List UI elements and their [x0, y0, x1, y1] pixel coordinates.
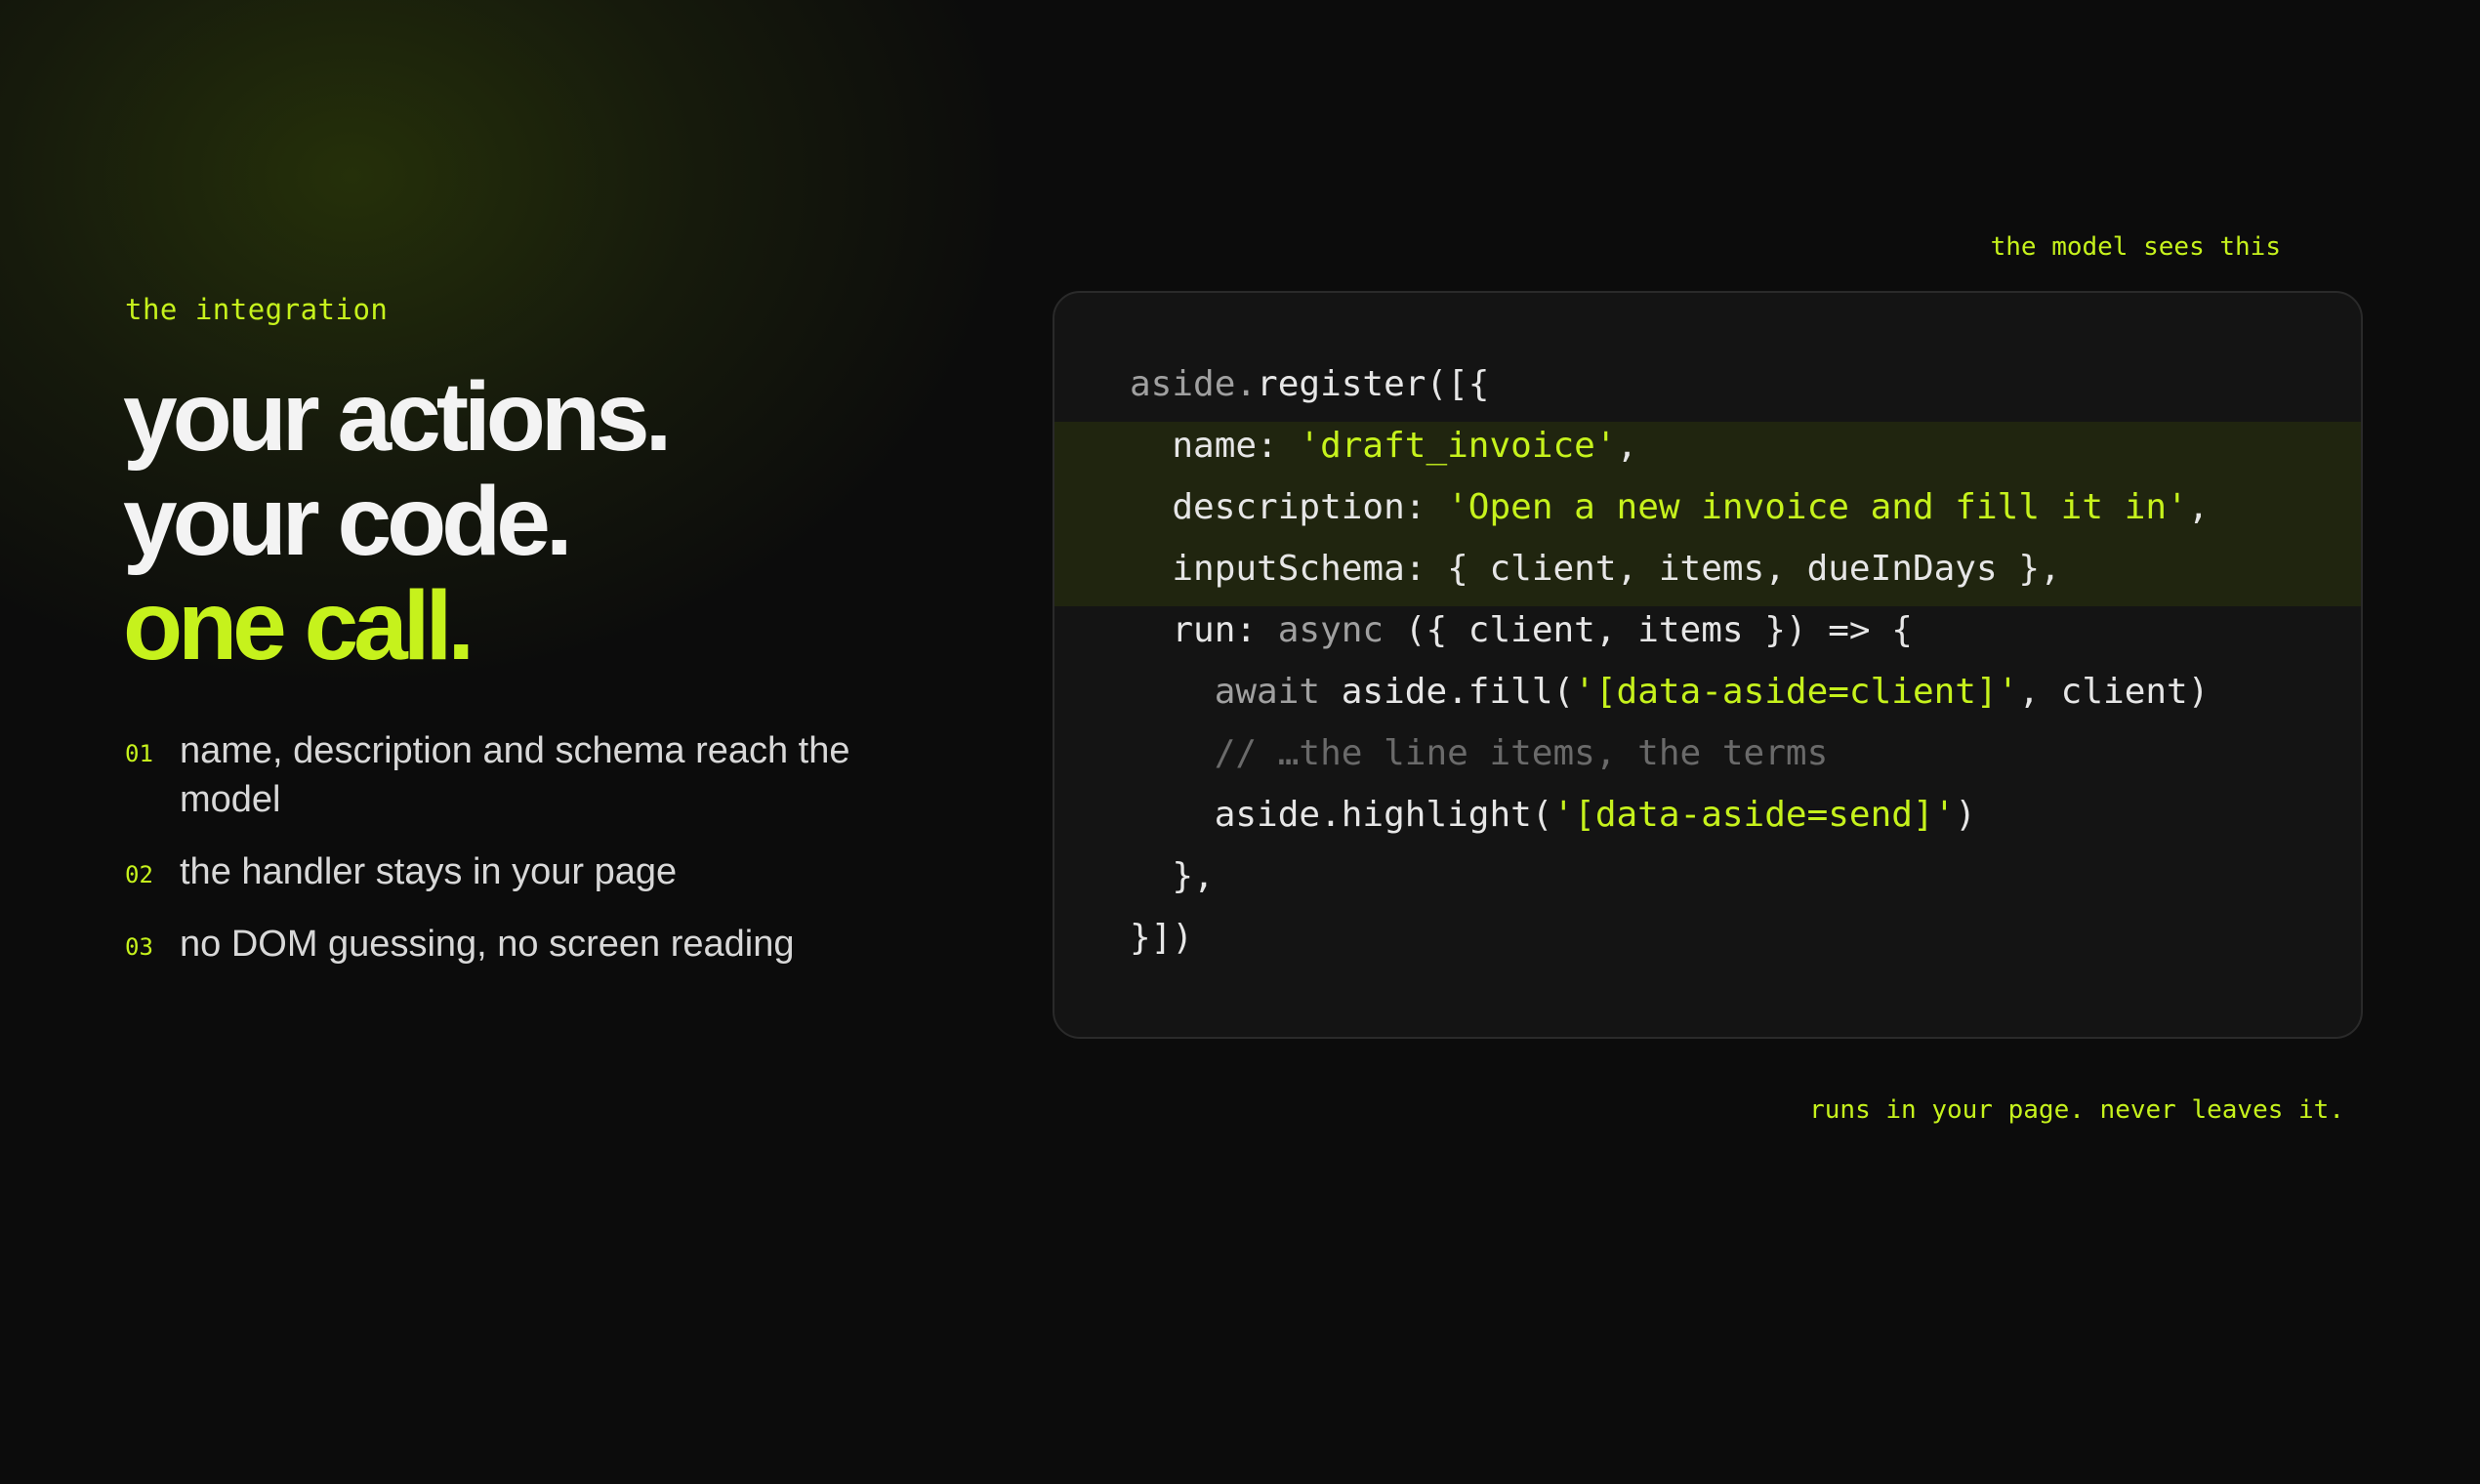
feature-list: 01 name, description and schema reach th… [125, 726, 906, 992]
feature-text: name, description and schema reach the m… [180, 730, 850, 820]
section-eyebrow: the integration [125, 293, 389, 326]
code-line: await aside.fill('[data-aside=client]', … [1130, 661, 2210, 722]
code-line: run: async ({ client, items }) => { [1130, 599, 2209, 661]
code-token: description: [1172, 487, 1448, 527]
code-token: , client) [2018, 672, 2210, 712]
feature-number: 01 [125, 740, 153, 767]
code-card: aside.register([{ name: 'draft_invoice',… [1053, 291, 2363, 1039]
code-line: aside.highlight('[data-aside=send]') [1130, 784, 2209, 845]
code-token: aside.highlight( [1214, 795, 1553, 835]
code-line: }, [1130, 845, 2209, 907]
feature-number: 03 [125, 933, 153, 961]
feature-item: 01 name, description and schema reach th… [125, 726, 906, 824]
code-string: 'draft_invoice' [1299, 426, 1617, 466]
code-token: inputSchema: { client, items, dueInDays … [1172, 549, 2061, 589]
code-line: aside.register([{ [1130, 353, 2209, 415]
code-line: inputSchema: { client, items, dueInDays … [1130, 538, 2209, 599]
code-token: , [1616, 426, 1638, 466]
code-string: '[data-aside=send]' [1552, 795, 1956, 835]
code-comment: // …the line items, the terms [1214, 733, 1829, 773]
code-token: ) [1955, 795, 1976, 835]
code-token: ({ client, items }) => { [1384, 610, 1913, 650]
headline-line-2: your code. [123, 467, 573, 576]
code-caption-top: the model sees this [1990, 232, 2281, 262]
code-line: description: 'Open a new invoice and fil… [1130, 476, 2209, 538]
feature-number: 02 [125, 861, 153, 888]
code-token: run: [1172, 610, 1278, 650]
code-block: aside.register([{ name: 'draft_invoice',… [1130, 353, 2209, 969]
feature-item: 02 the handler stays in your page [125, 847, 906, 896]
code-line: // …the line items, the terms [1130, 722, 2209, 784]
code-string: '[data-aside=client]' [1574, 672, 2019, 712]
headline: your actions. your code. one call. [123, 362, 672, 680]
code-token: await [1214, 672, 1321, 712]
code-token: register([{ [1257, 364, 1490, 404]
code-token: async [1277, 610, 1385, 650]
headline-line-1: your actions. [123, 362, 672, 472]
feature-text: the handler stays in your page [180, 851, 678, 892]
feature-item: 03 no DOM guessing, no screen reading [125, 920, 906, 969]
code-token: }]) [1130, 918, 1194, 958]
code-string: 'Open a new invoice and fill it in' [1447, 487, 2188, 527]
code-token: aside.fill( [1320, 672, 1575, 712]
code-caption-bottom: runs in your page. never leaves it. [1809, 1095, 2344, 1125]
feature-text: no DOM guessing, no screen reading [180, 924, 795, 965]
code-token: , [2187, 487, 2210, 527]
code-line: }]) [1130, 907, 2209, 969]
headline-line-3: one call. [123, 571, 475, 680]
code-token: }, [1172, 856, 1215, 896]
code-line: name: 'draft_invoice', [1130, 415, 2209, 476]
code-token: name: [1172, 426, 1300, 466]
code-token: aside. [1130, 364, 1258, 404]
